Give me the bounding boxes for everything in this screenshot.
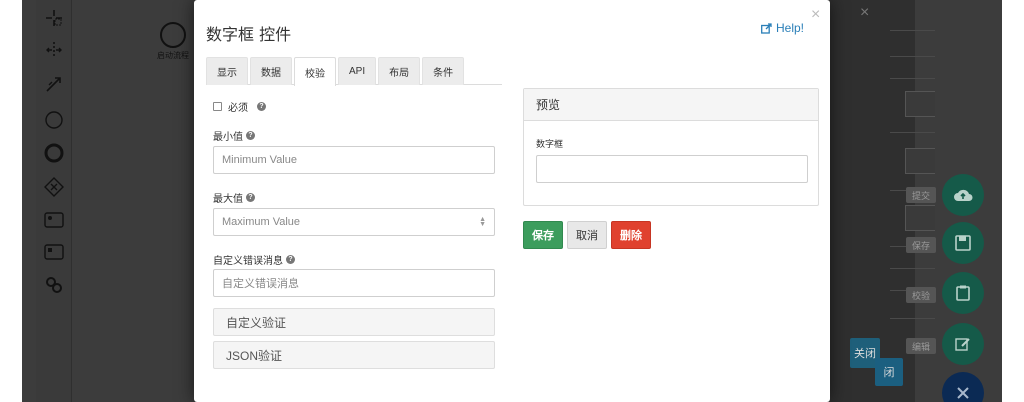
max-value-placeholder: Maximum Value: [222, 216, 301, 228]
json-validation-toggle[interactable]: JSON验证: [213, 341, 495, 369]
service-task-tool-icon[interactable]: [42, 240, 66, 264]
max-value-label: 最大值: [213, 194, 243, 205]
required-checkbox[interactable]: [213, 102, 222, 111]
required-label: 必须: [228, 103, 248, 114]
modal-tabs: 显示 数据 校验 API 布局 条件: [206, 57, 502, 86]
canvas-start-event[interactable]: [160, 22, 186, 48]
create-space-tool-icon[interactable]: [42, 6, 66, 30]
tab-conditional[interactable]: 条件: [422, 57, 465, 85]
close-icon: [942, 372, 984, 402]
modal-title: 数字框 控件: [206, 25, 292, 44]
clipboard-icon: [942, 272, 984, 314]
custom-error-label: 自定义错误消息: [213, 256, 283, 267]
min-value-label: 最小值: [213, 132, 243, 143]
max-value-label-row: 最大值 ?: [213, 190, 255, 205]
bg-divider: [890, 56, 935, 57]
bg-divider: [890, 78, 935, 79]
page-frame-left: [0, 0, 22, 402]
start-event-label: 启动流程: [157, 51, 189, 60]
delete-button[interactable]: 删除: [611, 221, 651, 249]
preview-number-input[interactable]: [536, 155, 808, 183]
background-close-icon[interactable]: ×: [860, 4, 869, 22]
tab-data[interactable]: 数据: [250, 57, 292, 85]
custom-error-label-row: 自定义错误消息 ?: [213, 252, 295, 267]
split-tool-icon[interactable]: [42, 38, 66, 62]
tab-api[interactable]: API: [338, 57, 377, 85]
help-link-label: Help!: [776, 21, 805, 35]
number-spinner-icon[interactable]: ▲ ▼: [479, 216, 486, 228]
help-question-icon[interactable]: ?: [286, 255, 295, 264]
cancel-button[interactable]: 取消: [567, 221, 607, 249]
tab-validation[interactable]: 校验: [294, 57, 336, 86]
preview-field-label: 数字框: [536, 139, 564, 149]
modal-close-icon[interactable]: ×: [811, 6, 820, 24]
save-icon: [942, 222, 984, 264]
external-link-icon: [761, 22, 772, 34]
custom-validation-toggle[interactable]: 自定义验证: [213, 308, 495, 336]
help-link[interactable]: Help!: [761, 21, 804, 35]
custom-error-input[interactable]: 自定义错误消息: [213, 269, 495, 297]
tool-palette: [36, 0, 72, 402]
required-row: 必须 ?: [213, 99, 266, 114]
preview-title: 预览: [524, 89, 818, 121]
help-question-icon[interactable]: ?: [246, 131, 255, 140]
background-properties-panel: × 关闭 闭: [830, 0, 935, 402]
help-question-icon[interactable]: ?: [246, 193, 255, 202]
bg-input: [905, 205, 935, 231]
page-frame-right: [1002, 0, 1024, 402]
bg-input: [905, 91, 935, 117]
bg-input: [905, 148, 935, 174]
fab-label: 编辑: [906, 338, 936, 354]
bg-divider: [890, 318, 935, 319]
cloud-upload-icon: [942, 174, 984, 216]
help-question-icon[interactable]: ?: [257, 102, 266, 111]
gateway-tool-icon[interactable]: [42, 175, 66, 199]
edit-icon: [942, 323, 984, 365]
start-event-tool-icon[interactable]: [42, 108, 66, 132]
save-button[interactable]: 保存: [523, 221, 563, 249]
tab-layout[interactable]: 布局: [378, 57, 421, 85]
connect-tool-icon[interactable]: [42, 72, 66, 96]
subprocess-tool-icon[interactable]: [42, 273, 66, 297]
number-field-modal: 数字框 控件 Help! × 显示 数据 校验 API 布局 条件 必须 ? 最…: [194, 0, 830, 402]
min-value-label-row: 最小值 ?: [213, 128, 255, 143]
preview-panel: 预览 数字框: [523, 88, 819, 206]
fab-label: 校验: [906, 287, 936, 303]
tab-display[interactable]: 显示: [206, 57, 248, 85]
bg-divider: [890, 30, 935, 31]
max-value-input[interactable]: Maximum Value ▲ ▼: [213, 208, 495, 236]
end-event-tool-icon[interactable]: [42, 141, 66, 165]
background-close-button-2: 闭: [875, 358, 903, 386]
fab-label: 保存: [906, 237, 936, 253]
bg-divider: [890, 132, 935, 133]
user-task-tool-icon[interactable]: [42, 208, 66, 232]
bg-divider: [890, 268, 935, 269]
fab-label: 提交: [906, 187, 936, 203]
min-value-input[interactable]: Minimum Value: [213, 146, 495, 174]
